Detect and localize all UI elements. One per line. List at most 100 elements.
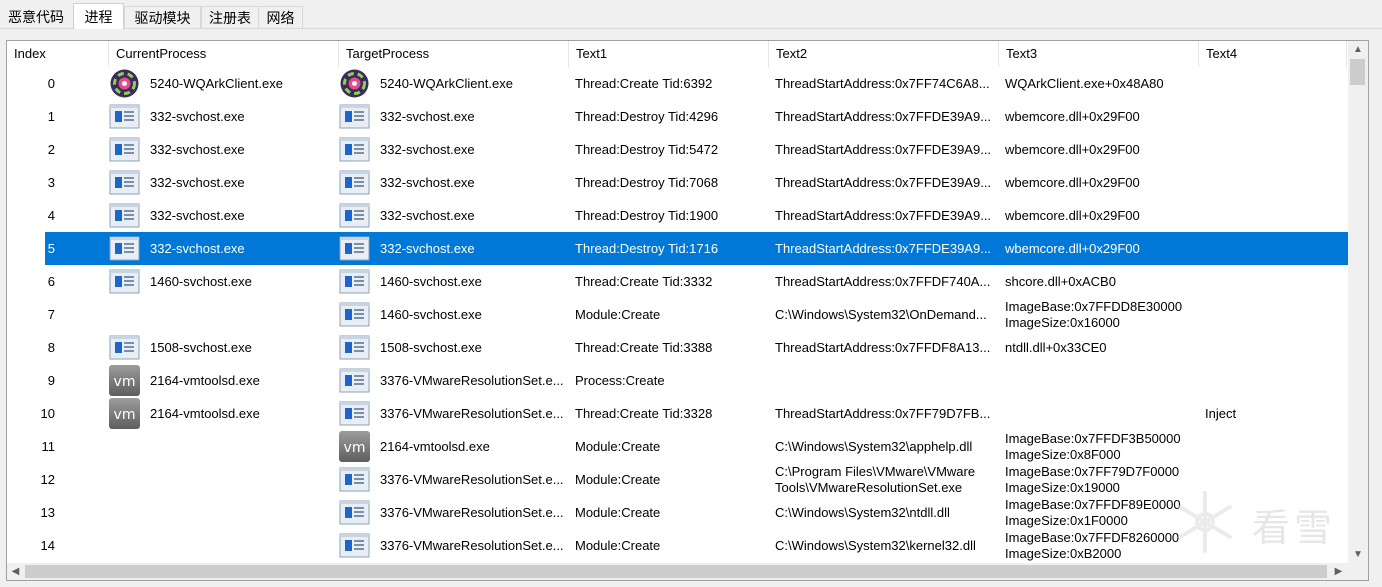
cell-index: 0 [47,76,55,91]
cell-text4 [1205,133,1345,166]
cell-index: 4 [47,208,55,223]
cell-text1: Thread:Create Tid:6392 [575,76,713,91]
svg-text:vm: vm [114,407,136,423]
column-header-targetprocess[interactable]: TargetProcess [339,41,569,67]
tab-3[interactable]: 注册表 [201,6,259,28]
column-header-text3[interactable]: Text3 [999,41,1199,67]
window-app-icon [339,200,370,231]
cell-target-process: 332-svchost.exe [380,109,475,124]
cell-text3: wbemcore.dll+0x29F00 [1005,109,1140,124]
window-app-icon [339,134,370,165]
table-row[interactable]: 13 3376-VMwareResolutionSet.e... Module:Cr… [7,496,1349,529]
vm-icon: vm [109,365,140,396]
cell-text2: C:\Windows\System32\apphelp.dll [775,439,973,454]
cell-current-process: 2164-vmtoolsd.exe [150,373,260,388]
cell-text2-line: C:\Program Files\VMware\VMware [775,464,976,479]
vertical-scroll-thumb[interactable] [1350,59,1365,85]
table-row[interactable]: 10 vm 2164-vmtoolsd.exe 3376-VMwareResoluti… [7,397,1349,430]
cell-text2: ThreadStartAddress:0x7FFDE39A9... [775,175,992,190]
cell-target-process: 2164-vmtoolsd.exe [380,439,490,454]
table-row[interactable]: 14 3376-VMwareResolutionSet.e... Module:Cr… [7,529,1349,562]
cell-target-process: 3376-VMwareResolutionSet.e... [380,472,564,487]
tab-2[interactable]: 驱动模块 [124,6,201,28]
table-row[interactable]: 1 332-svchost.exe 332-svchost.exe Thread:De… [7,100,1349,133]
scrollbar-corner [1348,563,1368,580]
horizontal-scrollbar[interactable]: ◀ ▶ [7,563,1348,580]
cell-text3: wbemcore.dll+0x29F00 [1005,175,1140,190]
scroll-right-button[interactable]: ▶ [1330,563,1347,580]
table-row[interactable]: 0 5240-WQArkClient.exe 5240-WQArkClient.ex… [7,67,1349,100]
event-list[interactable]: 0 5240-WQArkClient.exe 5240-WQArkClient.ex… [7,67,1349,563]
cell-current-process: 332-svchost.exe [150,175,245,190]
cell-target-process: 1508-svchost.exe [380,340,482,355]
cell-text2: ThreadStartAddress:0x7FF79D7FB... [775,406,991,421]
table-row[interactable]: 6 1460-svchost.exe 1460-svchost.exe Thread:… [7,265,1349,298]
vertical-scrollbar[interactable]: ▲ ▼ [1348,41,1368,563]
column-header-index[interactable]: Index [7,41,109,67]
watermark: 看雪 [1170,487,1370,557]
cell-text2: ThreadStartAddress:0x7FF74C6A8... [775,76,990,91]
cell-index: 9 [47,373,55,388]
cell-text3-line: ImageSize:0x16000 [1005,315,1120,330]
watermark-text: 看雪 [1252,506,1337,550]
cell-target-process: 3376-VMwareResolutionSet.e... [380,373,564,388]
scroll-left-button[interactable]: ◀ [7,563,24,580]
event-list-panel: Index CurrentProcess TargetProcess Text1 Tex… [6,40,1369,581]
cell-index: 12 [40,472,55,487]
cell-text4 [1205,364,1345,397]
cell-text3: wbemcore.dll+0x29F00 [1005,208,1140,223]
cell-index: 13 [40,505,55,520]
cell-index: 14 [40,538,55,553]
window-app-icon [109,332,140,363]
table-row[interactable]: 12 3376-VMwareResolutionSet.e... Module:Cr… [7,463,1349,496]
cell-current-process [150,496,338,529]
cell-text3-line: ImageBase:0x7FFDF3B50000 [1005,431,1181,446]
cell-target-process: 332-svchost.exe [380,175,475,190]
column-header-text2[interactable]: Text2 [769,41,999,67]
table-row[interactable]: 9 vm 2164-vmtoolsd.exe 3376-VMwareResolutio… [7,364,1349,397]
cell-text3: wbemcore.dll+0x29F00 [1005,142,1140,157]
cell-text1: Module:Create [575,472,661,487]
table-row[interactable]: 5 332-svchost.exe 332-svchost.exe Thread:De… [7,232,1349,265]
cell-current-process: 332-svchost.exe [150,109,245,124]
table-row[interactable]: 7 1460-svchost.exe Module:Create C:\Windows… [7,298,1349,331]
cell-index: 6 [47,274,55,289]
horizontal-scroll-thumb[interactable] [25,565,1327,578]
cell-text3: ImageBase:0x7FFDF3B50000 ImageSize:0x8F00… [1005,430,1200,464]
cell-target-process: 3376-VMwareResolutionSet.e... [380,406,564,421]
cell-text4 [1205,265,1345,298]
cell-current-process [150,463,338,496]
cell-text2-line: Tools\VMwareResolutionSet.exe [775,480,963,495]
cell-current-process [150,529,338,562]
tab-0[interactable]: 恶意代码 [0,6,72,28]
svg-text:vm: vm [344,440,366,456]
table-row[interactable]: 3 332-svchost.exe 332-svchost.exe Thread:De… [7,166,1349,199]
cell-text3-line: ImageBase:0x7FF79D7F0000 [1005,464,1180,479]
cell-text1: Thread:Create Tid:3328 [575,406,713,421]
cell-current-process: 332-svchost.exe [150,142,245,157]
window-app-icon [339,365,370,396]
cell-text3-line: ImageBase:0x7FFDD8E30000 [1005,299,1183,314]
scroll-up-button[interactable]: ▲ [1348,41,1368,58]
table-row[interactable]: 4 332-svchost.exe 332-svchost.exe Thread:De… [7,199,1349,232]
cell-text1: Process:Create [575,373,665,388]
cell-text1: Thread:Destroy Tid:4296 [575,109,719,124]
table-row[interactable]: 11 vm 2164-vmtoolsd.exe Module:Create C:\Win… [7,430,1349,463]
column-header-text1[interactable]: Text1 [569,41,769,67]
cell-text2 [775,364,1000,397]
cell-target-process: 1460-svchost.exe [380,274,482,289]
cell-text2: ThreadStartAddress:0x7FFDE39A9... [775,142,992,157]
tab-1[interactable]: 进程 [73,3,124,29]
window-app-icon [339,497,370,528]
column-header-text4[interactable]: Text4 [1199,41,1347,67]
table-row[interactable]: 8 1508-svchost.exe 1508-svchost.exe Thread:… [7,331,1349,364]
column-header-currentprocess[interactable]: CurrentProcess [109,41,339,67]
cell-target-process: 3376-VMwareResolutionSet.e... [380,505,564,520]
table-row[interactable]: 2 332-svchost.exe 332-svchost.exe Thread:De… [7,133,1349,166]
cell-current-process: 2164-vmtoolsd.exe [150,406,260,421]
cell-text3 [1005,397,1200,430]
cell-current-process: 1508-svchost.exe [150,340,252,355]
cell-text4 [1205,166,1345,199]
tab-4[interactable]: 网络 [258,6,303,28]
cell-text1: Thread:Destroy Tid:7068 [575,175,719,190]
